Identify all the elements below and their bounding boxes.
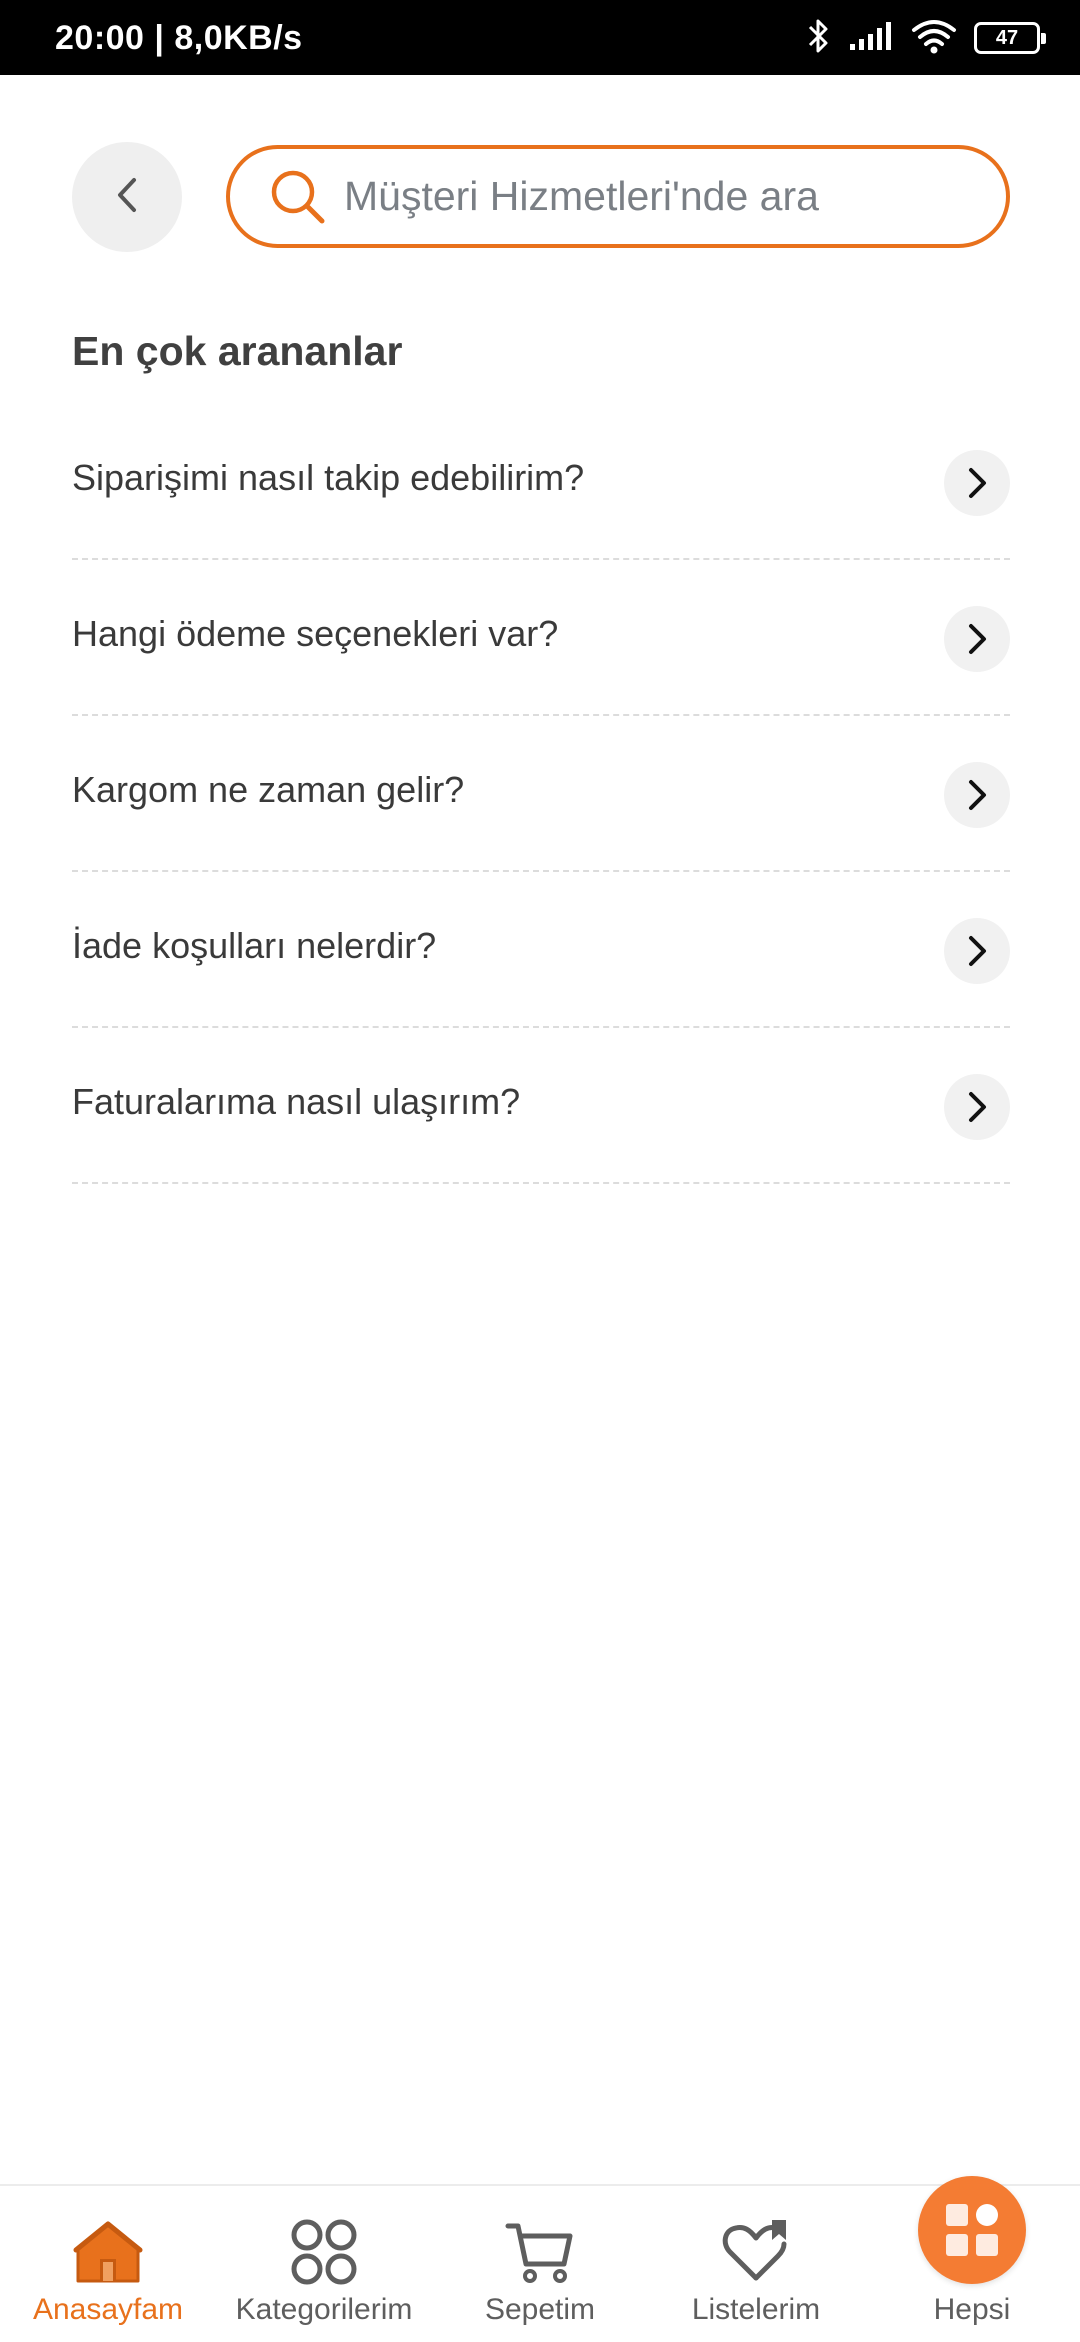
faq-item-return-policy[interactable]: İade koşulları nelerdir? — [72, 872, 1010, 1028]
nav-item-anasayfam[interactable]: Anasayfam — [0, 2186, 216, 2342]
cart-icon — [500, 2212, 580, 2292]
chevron-right-icon — [944, 1074, 1010, 1140]
nav-label: Hepsi — [933, 2293, 1011, 2326]
nav-item-listelerim[interactable]: Listelerim — [648, 2186, 864, 2342]
faq-item-label: Faturalarıma nasıl ulaşırım? — [72, 1081, 521, 1122]
faq-item-label: İade koşulları nelerdir? — [72, 925, 437, 966]
nav-item-kategorilerim[interactable]: Kategorilerim — [216, 2186, 432, 2342]
faq-item-payment-options[interactable]: Hangi ödeme seçenekleri var? — [72, 560, 1010, 716]
faq-list: Siparişimi nasıl takip edebilirim? Hangi… — [72, 404, 1010, 1184]
faq-item-delivery-time[interactable]: Kargom ne zaman gelir? — [72, 716, 1010, 872]
faq-item-label: Hangi ödeme seçenekleri var? — [72, 613, 559, 654]
chevron-right-icon — [944, 606, 1010, 672]
bottom-nav: Anasayfam Kategorilerim Sepetim Listeler… — [0, 2176, 1080, 2342]
faq-item-label: Kargom ne zaman gelir? — [72, 769, 465, 810]
search-input[interactable] — [342, 172, 982, 221]
nav-item-hepsi[interactable]: Hepsi — [864, 2176, 1080, 2342]
bluetooth-icon — [806, 16, 832, 61]
nav-label: Anasayfam — [32, 2293, 184, 2326]
nav-label: Sepetim — [484, 2293, 596, 2326]
grid-apps-icon — [918, 2176, 1026, 2284]
status-time-speed: 20:00 | 8,0KB/s — [55, 19, 303, 57]
search-icon — [268, 167, 328, 227]
status-bar: 20:00 | 8,0KB/s 47 — [0, 0, 1080, 75]
search-box[interactable] — [226, 145, 1010, 248]
nav-label: Kategorilerim — [235, 2293, 413, 2326]
faq-item-track-order[interactable]: Siparişimi nasıl takip edebilirim? — [72, 404, 1010, 560]
section-title: En çok arananlar — [72, 328, 403, 374]
chevron-right-icon — [944, 762, 1010, 828]
faq-item-invoices[interactable]: Faturalarıma nasıl ulaşırım? — [72, 1028, 1010, 1184]
signal-icon — [848, 20, 894, 57]
battery-icon: 47 — [974, 22, 1046, 54]
battery-level: 47 — [995, 26, 1019, 49]
status-icons: 47 — [806, 16, 1046, 61]
nav-item-sepetim[interactable]: Sepetim — [432, 2186, 648, 2342]
chevron-left-icon — [112, 174, 142, 221]
heart-list-icon — [716, 2212, 796, 2292]
nav-label: Listelerim — [691, 2293, 821, 2326]
back-button[interactable] — [72, 142, 182, 252]
faq-item-label: Siparişimi nasıl takip edebilirim? — [72, 457, 585, 498]
categories-icon — [284, 2212, 364, 2292]
chevron-right-icon — [944, 450, 1010, 516]
wifi-icon — [910, 18, 958, 59]
home-icon — [68, 2212, 148, 2292]
chevron-right-icon — [944, 918, 1010, 984]
